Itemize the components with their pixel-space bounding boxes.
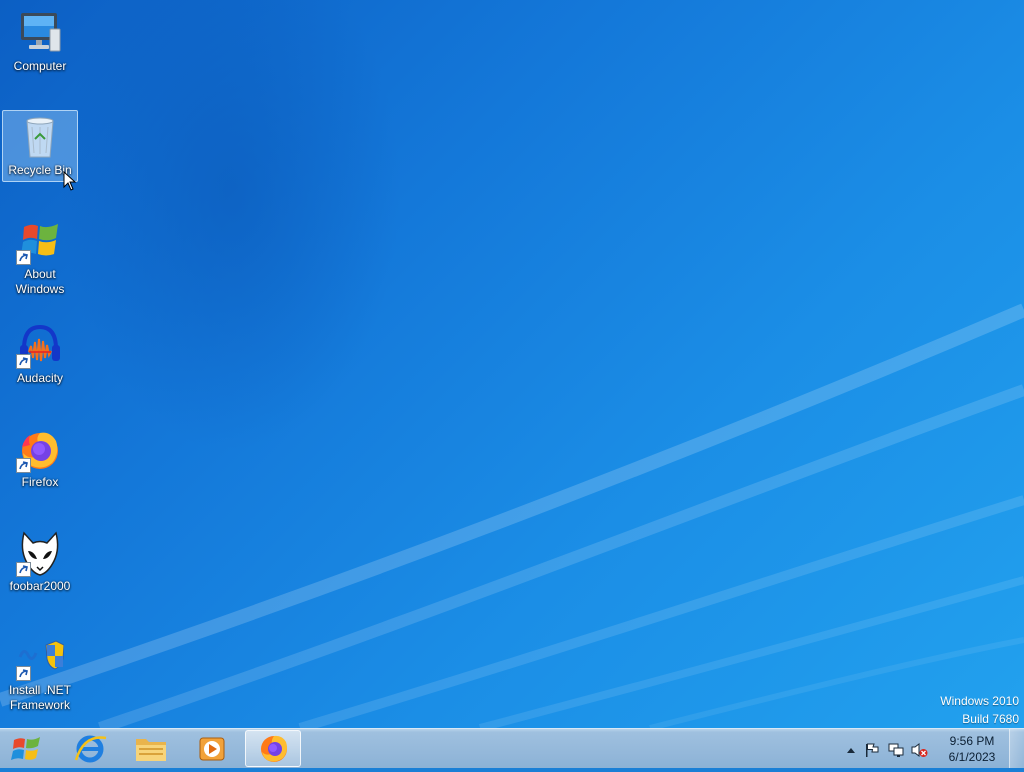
media-player-icon	[199, 737, 225, 761]
desktop-icon-label: Firefox	[21, 475, 59, 489]
start-orb-icon	[11, 737, 40, 760]
os-build-watermark: Windows 2010 Build 7680	[940, 692, 1019, 728]
shortcut-arrow-icon	[16, 562, 31, 577]
start-button[interactable]	[4, 731, 50, 767]
mouse-cursor-icon	[63, 171, 77, 191]
internet-explorer-icon	[74, 735, 107, 763]
watermark-line-1: Windows 2010	[940, 694, 1019, 708]
watermark-line-2: Build 7680	[962, 712, 1019, 726]
shortcut-arrow-icon	[16, 250, 31, 265]
windows-logo-icon	[16, 217, 64, 265]
shortcut-arrow-icon	[16, 354, 31, 369]
clock-time: 9:56 PM	[949, 734, 995, 748]
desktop-icon-label: foobar2000	[9, 579, 71, 593]
show-hidden-icons-arrow[interactable]	[846, 746, 856, 754]
taskbar-firefox[interactable]	[245, 730, 301, 767]
volume-muted-icon[interactable]	[910, 742, 928, 758]
wallpaper-swooshes	[0, 0, 1024, 728]
audacity-icon	[16, 321, 64, 369]
taskbar-file-explorer[interactable]	[123, 730, 179, 767]
taskbar-clock[interactable]: 9:56 PM 6/1/2023	[942, 733, 1002, 765]
shortcut-arrow-icon	[16, 666, 31, 681]
desktop-icon-foobar2000[interactable]: foobar2000	[2, 526, 78, 598]
desktop-icon-label: About Windows	[15, 267, 65, 296]
taskbar-media-player[interactable]	[184, 730, 240, 767]
desktop-icon-label: Computer	[13, 59, 67, 73]
desktop-icon-label: Audacity	[16, 371, 64, 385]
dotnet-installer-icon	[16, 633, 65, 681]
foobar2000-icon	[16, 529, 64, 577]
firefox-icon	[16, 425, 64, 473]
desktop-icon-computer[interactable]: Computer	[2, 6, 78, 78]
desktop-icon-firefox[interactable]: Firefox	[2, 422, 78, 494]
folder-icon	[136, 739, 166, 761]
shortcut-arrow-icon	[16, 458, 31, 473]
desktop-icon-label: Install .NET Framework	[8, 683, 71, 712]
show-desktop-button[interactable]	[1009, 729, 1024, 768]
system-tray: 9:56 PM 6/1/2023	[824, 729, 1024, 769]
desktop[interactable]: Computer Recycle Bin About Windows Audac…	[0, 0, 1024, 728]
clock-date: 6/1/2023	[948, 750, 996, 764]
taskbar: 9:56 PM 6/1/2023	[0, 728, 1024, 768]
desktop-icon-audacity[interactable]: Audacity	[2, 318, 78, 390]
computer-icon	[16, 9, 64, 57]
desktop-icon-about-windows[interactable]: About Windows	[2, 214, 78, 301]
recycle-bin-icon	[16, 113, 64, 161]
firefox-icon	[261, 735, 287, 762]
desktop-icon-install-dotnet[interactable]: Install .NET Framework	[2, 630, 78, 717]
action-center-flag-icon[interactable]	[864, 742, 880, 758]
taskbar-internet-explorer[interactable]	[62, 730, 118, 767]
network-icon[interactable]	[888, 742, 904, 758]
